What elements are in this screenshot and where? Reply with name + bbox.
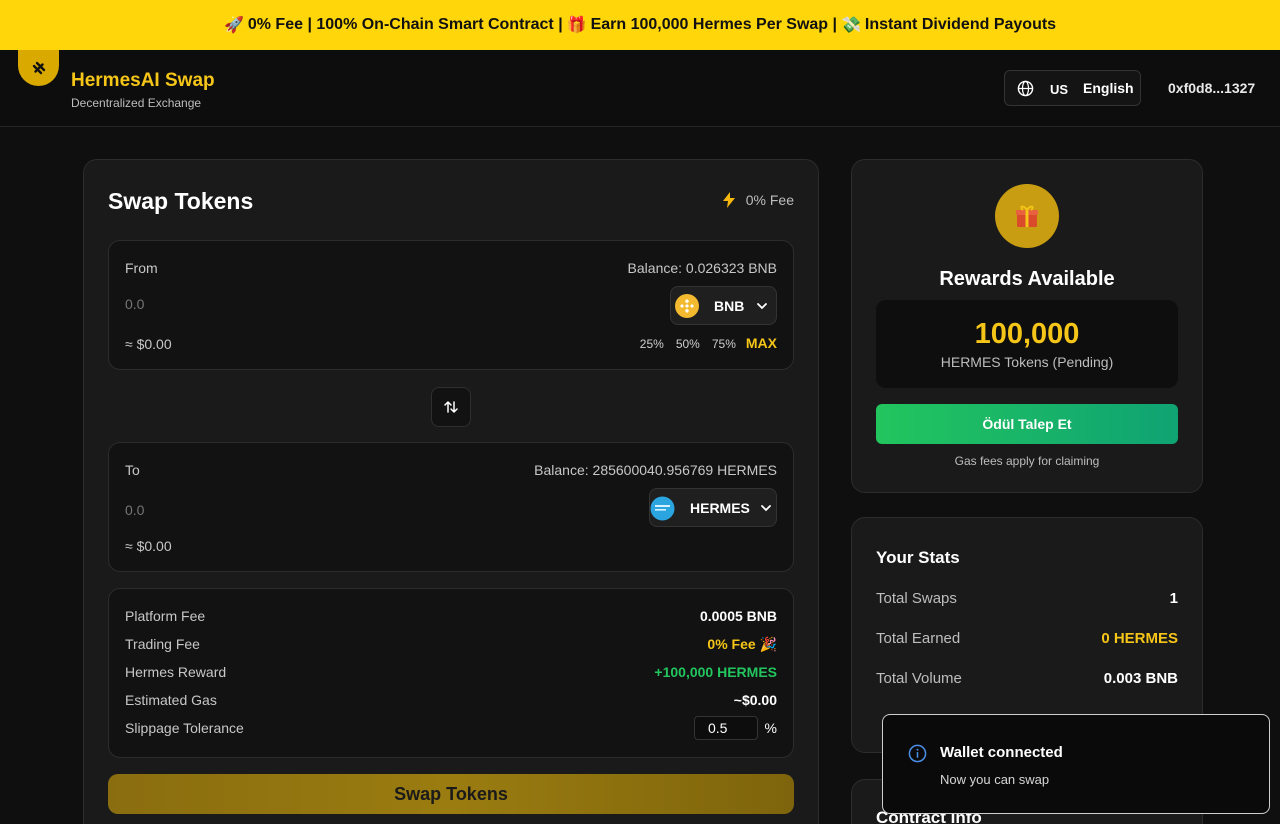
swap-direction-button[interactable] (431, 387, 471, 427)
from-usd-value: ≈ $0.00 (125, 336, 172, 352)
reward-label: Hermes Reward (125, 664, 227, 680)
brand-logo[interactable] (18, 50, 59, 86)
hermes-logo-icon (32, 61, 45, 75)
percent-75-button[interactable]: 75% (712, 337, 736, 351)
wallet-address-button[interactable]: 0xf0d8...1327 (1168, 80, 1255, 96)
gift-icon (1016, 205, 1038, 227)
platform-fee-value: 0.0005 BNB (699, 608, 777, 624)
toast-title: Wallet connected (940, 744, 1063, 761)
platform-fee-label: Platform Fee (125, 608, 206, 624)
promo-banner: 🚀 0% Fee | 100% On-Chain Smart Contract … (0, 0, 1280, 50)
percent-25-button[interactable]: 25% (640, 337, 664, 351)
stat-value: 0 HERMES (1101, 630, 1178, 647)
to-token-box: To Balance: 285600040.956769 HERMES HERM… (108, 442, 794, 572)
stat-value: 1 (1169, 590, 1178, 607)
from-token-selector[interactable]: BNB (670, 286, 777, 325)
gas-row: Estimated Gas ~$0.00 (125, 692, 777, 712)
rewards-title: Rewards Available (939, 268, 1115, 290)
language-selector[interactable]: US English (1004, 70, 1141, 106)
fee-tag: 0% Fee (722, 192, 794, 208)
gas-value: ~$0.00 (733, 692, 777, 708)
from-label: From (125, 260, 158, 276)
to-usd-value: ≈ $0.00 (125, 538, 172, 554)
slippage-label: Slippage Tolerance (125, 720, 244, 736)
gift-badge (995, 184, 1059, 248)
stat-label: Total Earned (876, 630, 961, 647)
max-button[interactable]: MAX (746, 335, 777, 351)
rocket-icon: 🚀 (223, 17, 244, 34)
to-balance: Balance: 285600040.956769 HERMES (534, 462, 777, 478)
chevron-down-icon (761, 505, 771, 512)
platform-fee-row: Platform Fee 0.0005 BNB (125, 608, 777, 628)
app-header: HermesAI Swap Decentralized Exchange US … (0, 50, 1280, 127)
brand-subtitle: Decentralized Exchange (71, 96, 202, 110)
to-amount-input[interactable] (125, 499, 425, 521)
toast-message: Now you can swap (940, 772, 1050, 787)
trading-fee-value: 0% Fee 🎉 (707, 636, 777, 652)
swap-card: Swap Tokens 0% Fee From Balance: 0.02632… (83, 159, 819, 824)
language-country-code: US (1050, 82, 1069, 97)
from-amount-input[interactable] (125, 293, 425, 315)
from-token-symbol: BNB (714, 298, 745, 314)
stat-total-earned: Total Earned 0 HERMES (876, 630, 1178, 650)
from-balance: Balance: 0.026323 BNB (627, 260, 777, 276)
fee-tag-label: 0% Fee (745, 192, 794, 208)
bnb-icon (675, 294, 699, 318)
claim-reward-button[interactable]: Ödül Talep Et (876, 404, 1178, 444)
arrows-up-down-icon (444, 401, 458, 413)
swap-details-box: Platform Fee 0.0005 BNB Trading Fee 0% F… (108, 588, 794, 758)
gas-label: Estimated Gas (125, 692, 217, 708)
swap-title: Swap Tokens (108, 188, 254, 214)
money-icon: 💸 (841, 17, 861, 34)
reward-value: +100,000 HERMES (654, 664, 777, 680)
gas-fee-note: Gas fees apply for claiming (954, 454, 1100, 468)
banner-text-fee: 0% Fee | 100% On-Chain Smart Contract | (247, 16, 563, 33)
stat-total-volume: Total Volume 0.003 BNB (876, 670, 1178, 690)
slippage-input[interactable] (694, 716, 758, 740)
percent-shortcuts: 25% 50% 75% MAX (628, 335, 777, 351)
rewards-amount-box: 100,000 HERMES Tokens (Pending) (876, 300, 1178, 388)
brand-title[interactable]: HermesAI Swap (71, 70, 215, 92)
swap-tokens-button[interactable]: Swap Tokens (108, 774, 794, 814)
gift-icon: 🎁 (566, 17, 587, 34)
rewards-unit: HERMES Tokens (Pending) (940, 354, 1114, 370)
language-label: English (1083, 80, 1134, 96)
chevron-down-icon (757, 303, 767, 310)
stat-label: Total Swaps (876, 590, 957, 607)
wallet-connected-toast[interactable]: Wallet connected Now you can swap (882, 714, 1270, 814)
rewards-amount: 100,000 (974, 318, 1080, 350)
reward-row: Hermes Reward +100,000 HERMES (125, 664, 777, 684)
trading-fee-label: Trading Fee (125, 636, 200, 652)
info-icon (908, 744, 927, 763)
from-token-box: From Balance: 0.026323 BNB BNB ≈ $0.00 2… (108, 240, 794, 370)
rewards-card: Rewards Available 100,000 HERMES Tokens … (851, 159, 1203, 493)
to-label: To (125, 462, 140, 478)
stat-total-swaps: Total Swaps 1 (876, 590, 1178, 610)
to-token-symbol: HERMES (690, 500, 750, 516)
globe-icon (1017, 80, 1034, 97)
percent-50-button[interactable]: 50% (676, 337, 700, 351)
slippage-unit: % (764, 720, 777, 736)
stats-title: Your Stats (876, 548, 960, 567)
trading-fee-row: Trading Fee 0% Fee 🎉 (125, 636, 777, 656)
lightning-icon (722, 192, 735, 208)
hermes-token-icon (650, 496, 675, 521)
banner-text-dividend: Instant Dividend Payouts (864, 16, 1057, 33)
banner-text-reward: Earn 100,000 Hermes Per Swap | (590, 16, 837, 33)
stat-value: 0.003 BNB (1103, 670, 1178, 687)
slippage-row: Slippage Tolerance % (125, 716, 777, 740)
to-token-selector[interactable]: HERMES (649, 488, 777, 527)
stat-label: Total Volume (876, 670, 962, 687)
